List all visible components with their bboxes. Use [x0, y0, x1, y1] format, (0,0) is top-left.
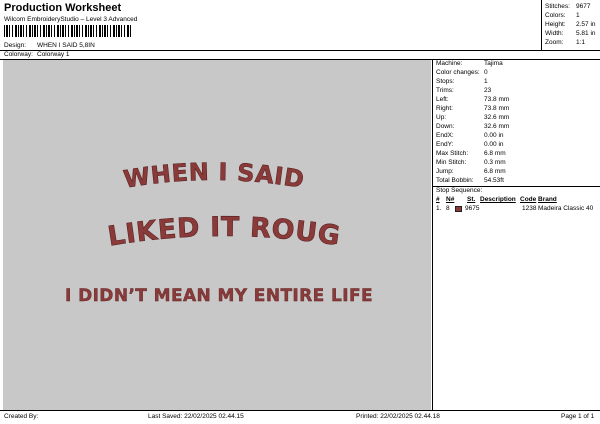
zoom-value: 1:1 — [576, 39, 586, 46]
stat-row: Trims: 23 — [436, 87, 492, 94]
header-divider — [0, 50, 600, 51]
design-preview: WHEN I SAID I LIKED IT ROUGH I DIDN’T ME… — [0, 36, 431, 410]
col-brand: Brand — [538, 196, 557, 203]
stop-sequence-title: Stop Sequence: — [436, 187, 483, 194]
stat-row: Min Stitch: 0.3 mm — [436, 159, 506, 166]
summary-height: Height: 2.57 in — [545, 21, 600, 30]
table-row: 1. 8 9675 1238 Madeira Classic 40 — [436, 205, 594, 212]
stitches-value: 9677 — [576, 3, 591, 10]
stat-row: Stops: 1 — [436, 78, 488, 85]
stat-row: Jump: 6.8 mm — [436, 168, 506, 175]
stat-row: Right: 73.8 mm — [436, 105, 510, 112]
stat-row: EndX: 0.00 in — [436, 132, 504, 139]
colorway-label: Colorway: — [4, 51, 33, 58]
summary-stitches: Stitches: 9677 — [545, 3, 600, 12]
stat-row: Up: 32.6 mm — [436, 114, 510, 121]
design-line-3: I DIDN’T MEAN MY ENTIRE LIFE — [65, 286, 373, 306]
width-value: 5.81 in — [576, 30, 596, 37]
col-code: Code — [520, 196, 537, 203]
last-saved: Last Saved: 22/02/2025 02.44.15 — [148, 413, 244, 420]
col-st: St. — [467, 196, 476, 203]
design-value: WHEN I SAID 5,8IN — [37, 42, 95, 49]
design-line-1: WHEN I SAID — [122, 158, 307, 194]
stat-row: EndY: 0.00 in — [436, 141, 504, 148]
created-by: Created By: — [4, 413, 39, 420]
stat-row: Machine: Tajima — [436, 60, 503, 67]
thread-color-swatch — [455, 206, 462, 212]
summary-divider — [541, 0, 542, 50]
barcode — [4, 25, 132, 37]
colorway-value: Colorway 1 — [37, 51, 70, 58]
design-artwork: WHEN I SAID I LIKED IT ROUGH I DIDN’T ME… — [0, 36, 373, 307]
height-label: Height: — [545, 21, 566, 28]
design-line-2: I LIKED IT ROUGH — [3, 60, 342, 255]
col-n: N# — [446, 196, 455, 203]
worksheet-title: Production Worksheet — [4, 2, 122, 14]
summary-colors: Colors: 1 — [545, 12, 600, 21]
col-description: Description — [480, 196, 516, 203]
stat-row: Left: 73.8 mm — [436, 96, 510, 103]
col-num: # — [436, 196, 440, 203]
software-name: Wilcom EmbroideryStudio – Level 3 Advanc… — [4, 16, 138, 23]
colors-value: 1 — [576, 12, 580, 19]
page-number: Page 1 of 1 — [561, 413, 595, 420]
footer: Created By: Last Saved: 22/02/2025 02.44… — [0, 410, 600, 424]
summary-zoom: Zoom: 1:1 — [545, 39, 600, 48]
stat-row: Max Stitch: 6.8 mm — [436, 150, 506, 157]
zoom-label: Zoom: — [545, 39, 564, 46]
printed-date: Printed: 22/02/2025 02.44.18 — [356, 413, 440, 420]
height-value: 2.57 in — [576, 21, 596, 28]
stat-row: Down: 32.6 mm — [436, 123, 510, 130]
design-label: Design: — [4, 42, 27, 49]
summary-width: Width: 5.81 in — [545, 30, 600, 39]
stop-sequence-header: # N# St. Description Code Brand — [436, 196, 600, 205]
canvas-side-divider — [432, 59, 433, 410]
stat-row: Total Bobbin: 54.53ft — [436, 177, 504, 184]
stitches-label: Stitches: — [545, 3, 570, 10]
width-label: Width: — [545, 30, 564, 37]
colors-label: Colors: — [545, 12, 566, 19]
stat-row: Color changes: 0 — [436, 69, 488, 76]
